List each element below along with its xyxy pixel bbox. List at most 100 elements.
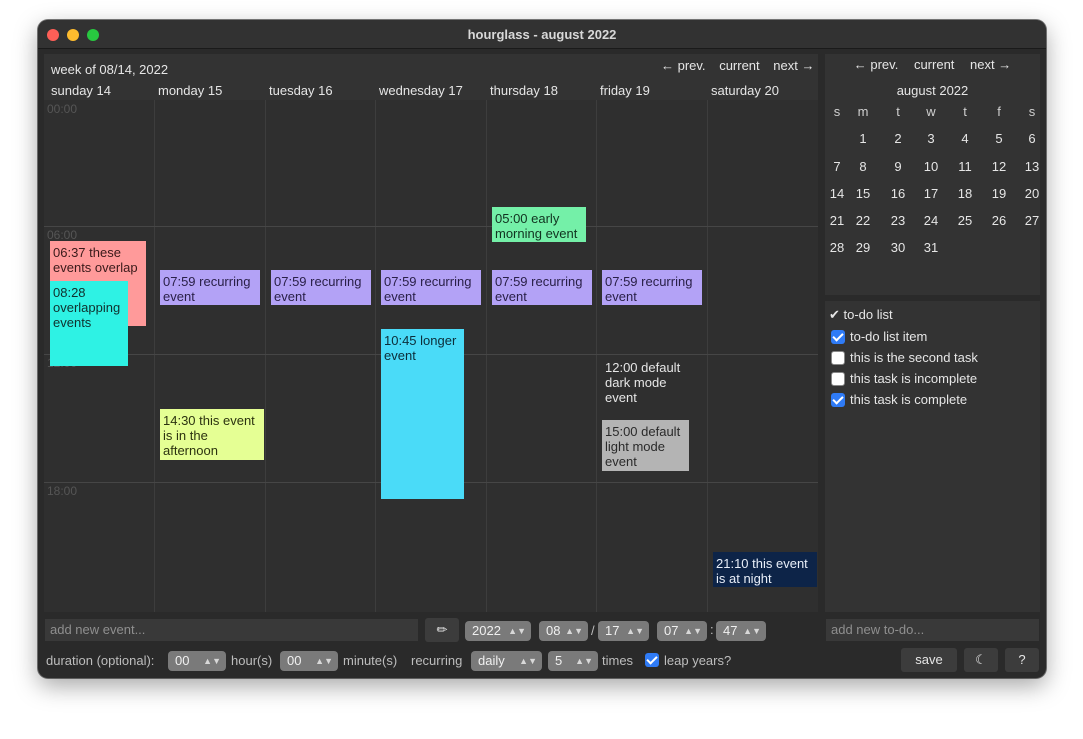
minutes-label: minute(s) — [343, 653, 398, 668]
hour-label: 06:00 — [47, 228, 78, 242]
month-stepper[interactable]: 08 ▲▼ — [539, 621, 588, 641]
month-day-cell[interactable]: 5 — [984, 131, 1014, 146]
month-day-cell[interactable]: 2 — [883, 131, 913, 146]
month-day-cell[interactable]: 1 — [848, 131, 878, 146]
event-block[interactable]: 07:59 recurring event — [602, 270, 702, 305]
times-value: 5 — [555, 653, 563, 668]
month-day-cell[interactable]: 15 — [848, 186, 878, 201]
month-day-cell[interactable]: 18 — [950, 186, 980, 201]
month-day-cell[interactable]: 11 — [950, 159, 980, 174]
month-day-cell[interactable]: 24 — [916, 213, 946, 228]
month-day-cell[interactable]: 22 — [848, 213, 878, 228]
weekday-label: f — [997, 104, 1001, 119]
month-day-cell[interactable]: 13 — [1017, 159, 1046, 174]
checkbox-unchecked-icon[interactable] — [831, 350, 845, 365]
checkbox-checked-icon[interactable] — [831, 329, 845, 344]
checkbox-checked-icon[interactable] — [831, 392, 845, 407]
event-block[interactable]: 12:00 default dark mode event — [602, 356, 702, 407]
month-day-cell[interactable]: 30 — [883, 240, 913, 255]
event-block[interactable]: 14:30 this event is in the afternoon — [160, 409, 264, 460]
week-next-button[interactable]: next → — [773, 58, 814, 73]
stepper-arrows-icon: ▲▼ — [508, 626, 526, 636]
hour-stepper[interactable]: 07 ▲▼ — [657, 621, 707, 641]
month-next-button[interactable]: next → — [970, 57, 1011, 72]
app-window: hourglass - august 2022 week of 08/14, 2… — [38, 20, 1046, 678]
times-stepper[interactable]: 5 ▲▼ — [548, 651, 598, 671]
event-block[interactable]: 10:45 longer event — [381, 329, 464, 499]
week-current-button[interactable]: current — [719, 58, 759, 73]
month-current-button[interactable]: current — [914, 57, 954, 72]
month-day-cell[interactable]: 16 — [883, 186, 913, 201]
todo-item[interactable]: to-do list item — [831, 329, 927, 344]
event-block[interactable]: 07:59 recurring event — [381, 270, 481, 305]
hours-label: hour(s) — [231, 653, 273, 668]
stepper-arrows-icon: ▲▼ — [626, 626, 644, 636]
help-button[interactable]: ? — [1005, 648, 1039, 672]
month-day-cell[interactable]: 10 — [916, 159, 946, 174]
month-day-cell[interactable]: 12 — [984, 159, 1014, 174]
minute-stepper[interactable]: 47 ▲▼ — [716, 621, 766, 641]
hour-label: 18:00 — [47, 484, 78, 498]
month-prev-button[interactable]: ← prev. — [854, 57, 899, 72]
moon-icon[interactable]: ☾ — [964, 648, 998, 672]
month-day-cell[interactable]: 17 — [916, 186, 946, 201]
month-day-cell[interactable]: 4 — [950, 131, 980, 146]
day-value: 17 — [605, 623, 620, 638]
column-divider — [265, 100, 266, 612]
new-event-input[interactable]: add new event... — [44, 618, 419, 642]
event-block[interactable]: 07:59 recurring event — [271, 270, 371, 305]
todo-item-label: to-do list item — [850, 329, 928, 344]
column-divider — [707, 100, 708, 612]
todo-item-label: this task is incomplete — [850, 371, 978, 386]
month-calendar: ← prev. current next → august 2022 s m t w t… — [825, 54, 1040, 295]
event-block[interactable]: 07:59 recurring event — [160, 270, 260, 305]
stepper-arrows-icon: ▲▼ — [684, 626, 702, 636]
column-divider — [375, 100, 376, 612]
minute-value: 47 — [723, 623, 738, 638]
month-day-cell[interactable]: 20 — [1017, 186, 1046, 201]
duration-label: duration (optional): — [46, 653, 155, 668]
checkbox-unchecked-icon[interactable] — [831, 371, 845, 386]
hour-divider — [44, 226, 818, 227]
calendar-grid[interactable]: 00:00 06:00 12:00 18:00 06:37 these even… — [44, 100, 818, 612]
duration-hours-stepper[interactable]: 00 ▲▼ — [168, 651, 226, 671]
day-header-friday: friday 19 — [600, 83, 650, 98]
year-stepper[interactable]: 2022 ▲▼ — [465, 621, 531, 641]
todo-item[interactable]: this task is complete — [831, 392, 967, 407]
month-day-cell[interactable]: 31 — [916, 240, 946, 255]
todo-item[interactable]: this is the second task — [831, 350, 978, 365]
title-bar: hourglass - august 2022 — [38, 20, 1046, 49]
day-stepper[interactable]: 17 ▲▼ — [598, 621, 649, 641]
save-button[interactable]: save — [901, 648, 957, 672]
pencil-icon[interactable]: ✏ — [425, 618, 459, 642]
new-todo-input[interactable]: add new to-do... — [825, 618, 1040, 642]
month-day-cell[interactable]: 6 — [1017, 131, 1046, 146]
close-window-button[interactable] — [47, 29, 59, 41]
duration-minutes-stepper[interactable]: 00 ▲▼ — [280, 651, 338, 671]
minimize-window-button[interactable] — [67, 29, 79, 41]
maximize-window-button[interactable] — [87, 29, 99, 41]
month-day-cell[interactable]: 26 — [984, 213, 1014, 228]
event-block[interactable]: 21:10 this event is at night — [713, 552, 817, 587]
window-title: hourglass - august 2022 — [467, 27, 617, 42]
event-block[interactable]: 05:00 early morning event — [492, 207, 586, 242]
todo-item[interactable]: this task is incomplete — [831, 371, 977, 386]
month-day-cell[interactable]: 19 — [984, 186, 1014, 201]
weekday-label: t — [896, 104, 900, 119]
month-day-cell[interactable]: 29 — [848, 240, 878, 255]
leap-years-checkbox[interactable] — [645, 653, 659, 667]
event-block[interactable]: 15:00 default light mode event — [602, 420, 689, 471]
day-header-tuesday: tuesday 16 — [269, 83, 333, 98]
recurring-select[interactable]: daily ▲▼ — [471, 651, 542, 671]
month-day-cell[interactable]: 3 — [916, 131, 946, 146]
month-day-cell[interactable]: 27 — [1017, 213, 1046, 228]
event-block[interactable]: 07:59 recurring event — [492, 270, 592, 305]
month-day-cell[interactable]: 23 — [883, 213, 913, 228]
month-day-cell[interactable]: 8 — [848, 159, 878, 174]
week-prev-button[interactable]: ← prev. — [661, 58, 706, 73]
month-day-cell[interactable]: 9 — [883, 159, 913, 174]
event-block[interactable]: 08:28 overlapping events — [50, 281, 128, 366]
week-nav: ← prev. current next → — [661, 58, 814, 73]
month-day-cell[interactable]: 25 — [950, 213, 980, 228]
month-title: august 2022 — [896, 83, 969, 98]
